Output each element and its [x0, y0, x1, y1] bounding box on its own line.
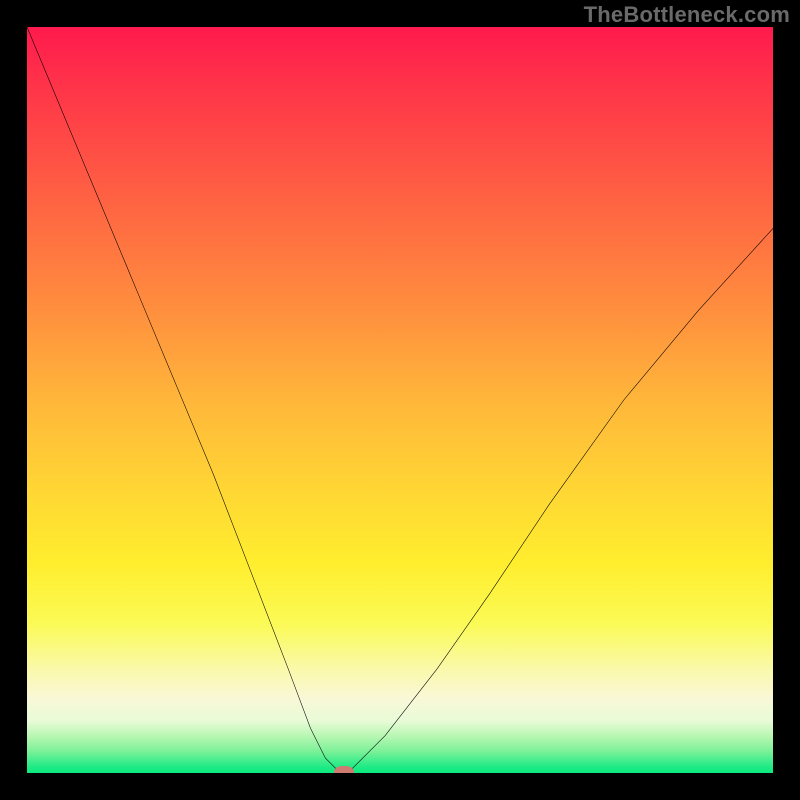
chart-frame: TheBottleneck.com [0, 0, 800, 800]
bottleneck-curve [27, 27, 773, 773]
optimal-point-marker [334, 766, 354, 773]
attribution-label: TheBottleneck.com [584, 2, 790, 28]
plot-area [27, 27, 773, 773]
